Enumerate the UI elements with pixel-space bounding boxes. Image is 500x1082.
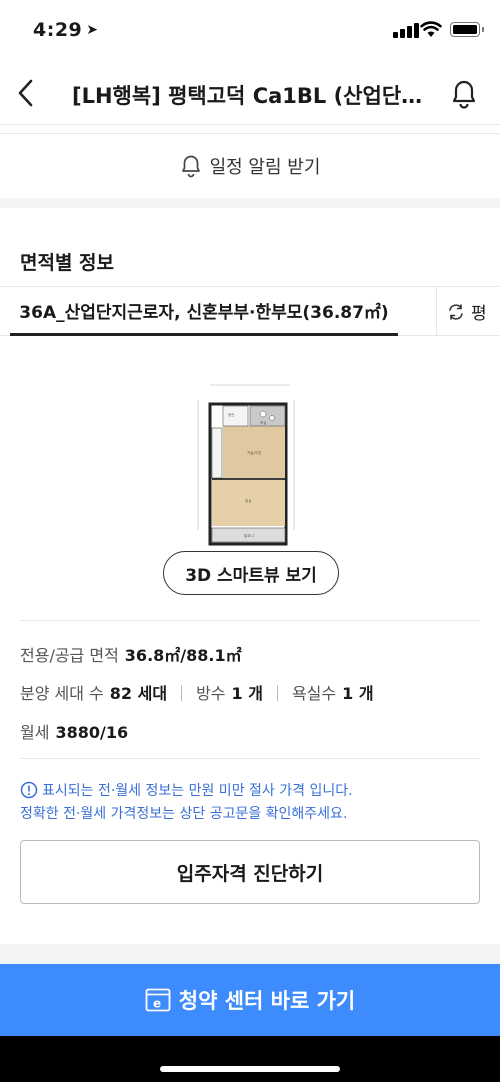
nav-bar: [LH행복] 평택고덕 Ca1BL (산업단지근로자, 신혼부부·한부모) [0, 62, 500, 124]
rooms-value: 1 개 [231, 684, 263, 703]
floorplan-room-label: 발코니 [244, 533, 254, 538]
floorplan-room-label: 현관 [228, 412, 235, 417]
page-title: [LH행복] 평택고덕 Ca1BL (산업단지근로자, 신혼부부·한부모) [72, 84, 432, 108]
divider [0, 124, 500, 125]
household-row: 분양 세대 수 82 세대 방수 1 개 욕실수 1 개 [20, 680, 374, 704]
section-gap [0, 198, 500, 208]
home-indicator[interactable] [160, 1066, 340, 1072]
area-label: 전용/공급 면적 [20, 646, 119, 665]
3d-smartview-label: 3D 스마트뷰 보기 [185, 565, 317, 586]
bathrooms-label: 욕실수 [291, 684, 337, 703]
status-time: 4:29 ➤ [33, 19, 99, 41]
price-notice: 표시되는 전·월세 정보는 만원 미만 절사 가격 입니다. 정확한 전·월세 … [20, 780, 490, 826]
rent-value: 3880/16 [55, 723, 129, 742]
notice-line-2: 정확한 전·월세 가격정보는 상단 공고문을 확인해주세요. [20, 806, 348, 822]
floorplan-room-label: 침실 [245, 498, 251, 503]
separator [181, 685, 183, 701]
floorplan-room-label: 욕실 [260, 420, 266, 425]
3d-smartview-button[interactable]: 3D 스마트뷰 보기 [163, 551, 339, 595]
divider [20, 758, 480, 759]
unit-toggle-button[interactable]: 평 [436, 287, 500, 336]
tab-label: 36A_산업단지근로자, 신혼부부·한부모(36.87㎡) [19, 302, 389, 323]
browser-e-icon: e [145, 988, 171, 1012]
rooms-label: 방수 [196, 684, 226, 703]
tab-area-36a[interactable]: 36A_산업단지근로자, 신혼부부·한부모(36.87㎡) [10, 287, 398, 336]
unit-toggle-label: 평 [471, 304, 487, 324]
area-tabs: 36A_산업단지근로자, 신혼부부·한부모(36.87㎡) 평 [0, 286, 500, 336]
bathrooms-value: 1 개 [342, 684, 374, 703]
eligibility-diagnosis-label: 입주자격 진단하기 [176, 862, 324, 885]
home-indicator-area [0, 1036, 500, 1082]
battery-icon [450, 22, 484, 37]
wifi-icon [420, 21, 442, 37]
separator [276, 685, 278, 701]
bell-icon [181, 155, 200, 178]
chevron-left-icon[interactable] [12, 76, 42, 110]
signal-icon [393, 22, 419, 38]
floorplan-image[interactable]: 현관 욕실 거실/주방 침실 발코니 [190, 380, 302, 550]
rent-row: 월세 3880/16 [20, 719, 128, 743]
eligibility-diagnosis-button[interactable]: 입주자격 진단하기 [20, 840, 480, 904]
households-value: 82 세대 [109, 684, 168, 703]
area-row: 전용/공급 면적 36.8㎡/88.1㎡ [20, 642, 242, 666]
households-label: 분양 세대 수 [20, 684, 104, 703]
schedule-alert-button[interactable]: 일정 알림 받기 [0, 134, 500, 198]
location-arrow-icon: ➤ [86, 22, 99, 38]
svg-text:e: e [153, 997, 161, 1011]
area-value: 36.8㎡/88.1㎡ [124, 646, 242, 665]
divider [20, 620, 480, 621]
notice-line-1: 표시되는 전·월세 정보는 만원 미만 절사 가격 입니다. [42, 783, 353, 799]
clock-text: 4:29 [33, 19, 83, 41]
schedule-alert-label: 일정 알림 받기 [209, 157, 321, 178]
subscription-center-label: 청약 센터 바로 가기 [178, 989, 356, 1013]
swap-icon [449, 303, 463, 320]
bell-icon[interactable] [447, 76, 481, 110]
info-circle-icon [20, 781, 38, 799]
area-info-title: 면적별 정보 [20, 252, 115, 274]
section-gap [0, 944, 500, 964]
rent-label: 월세 [20, 723, 50, 742]
subscription-center-button[interactable]: e 청약 센터 바로 가기 [0, 964, 500, 1036]
floorplan-room-label: 거실/주방 [247, 450, 262, 455]
status-bar: 4:29 ➤ [0, 0, 500, 62]
